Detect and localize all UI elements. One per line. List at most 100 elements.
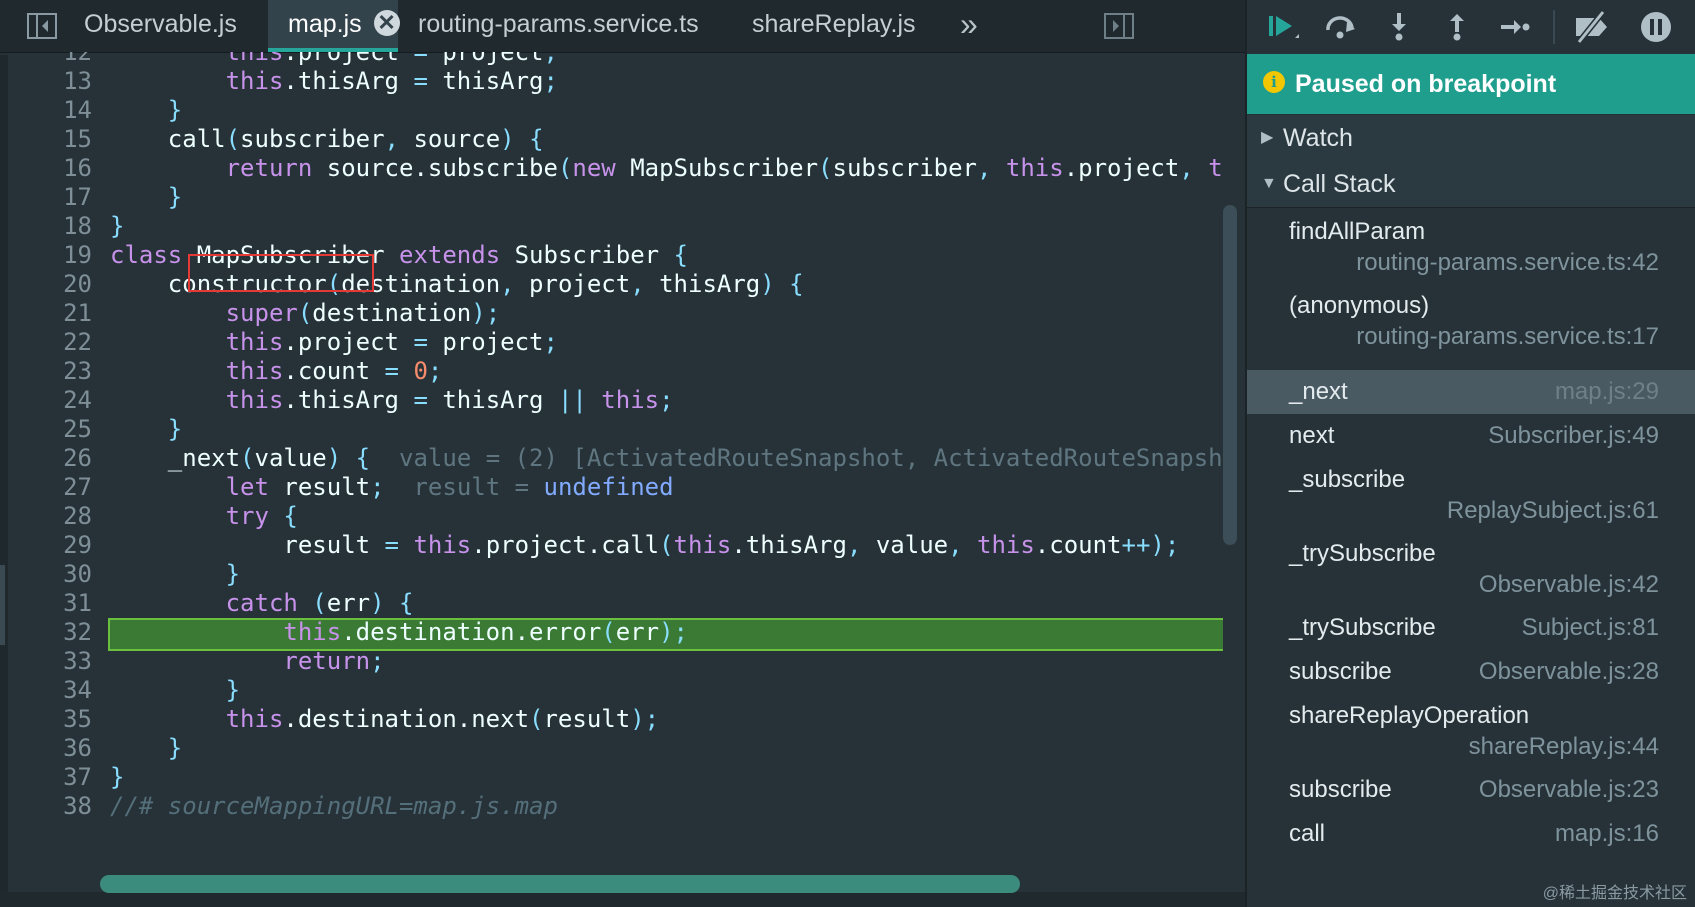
section-label: Watch bbox=[1283, 124, 1353, 152]
resume-icon[interactable] bbox=[1265, 10, 1301, 44]
frame-location: Observable.js:42 bbox=[1478, 571, 1659, 598]
line-number[interactable]: 22 bbox=[8, 327, 92, 358]
line-number[interactable]: 31 bbox=[8, 588, 92, 619]
line-number[interactable]: 37 bbox=[8, 762, 92, 793]
line-number[interactable]: 19 bbox=[8, 240, 92, 271]
call-stack-list: findAllParam routing-params.service.ts:4… bbox=[1247, 208, 1695, 907]
call-frame[interactable]: subscribe Observable.js:23 bbox=[1247, 768, 1695, 812]
call-frame-selected[interactable]: _next map.js:29 bbox=[1247, 370, 1695, 414]
code-line: 15 call(subscriber, source) { bbox=[8, 124, 1223, 155]
pause-icon[interactable] bbox=[1639, 10, 1675, 44]
line-number[interactable]: 20 bbox=[8, 269, 92, 300]
caret-down-icon: ▼ bbox=[1261, 175, 1277, 192]
call-frame[interactable]: shareReplayOperation shareReplay.js:44 bbox=[1247, 694, 1695, 768]
code-text: return source.subscribe(new MapSubscribe… bbox=[225, 154, 1223, 182]
code-text: } bbox=[110, 212, 125, 240]
call-frame[interactable]: subscribe Observable.js:28 bbox=[1247, 650, 1695, 694]
step-out-icon[interactable] bbox=[1439, 10, 1475, 44]
line-number[interactable]: 36 bbox=[8, 733, 92, 764]
frame-function: (anonymous) bbox=[1289, 292, 1430, 319]
horizontal-scroll-track bbox=[0, 892, 1245, 907]
code-line: 18} bbox=[8, 211, 1223, 242]
code-text: this.thisArg = thisArg || this; bbox=[225, 386, 674, 414]
call-frame[interactable]: _subscribe ReplaySubject.js:61 bbox=[1247, 458, 1695, 532]
call-frame[interactable]: findAllParam routing-params.service.ts:4… bbox=[1247, 208, 1695, 282]
line-number[interactable]: 26 bbox=[8, 443, 92, 474]
callstack-section-header[interactable]: ▼ Call Stack bbox=[1247, 161, 1695, 208]
code-text: result = this.project.call(this.thisArg,… bbox=[110, 531, 1180, 559]
line-number[interactable]: 23 bbox=[8, 356, 92, 387]
code-line: 36 } bbox=[8, 733, 1223, 764]
code-line: 37} bbox=[8, 762, 1223, 793]
deactivate-breakpoints-icon[interactable] bbox=[1573, 10, 1609, 44]
tab-label: map.js bbox=[288, 10, 362, 38]
tab-sharereplay-js[interactable]: shareReplay.js bbox=[752, 0, 916, 52]
frame-location: routing-params.service.ts:17 bbox=[1356, 323, 1659, 350]
line-number[interactable]: 24 bbox=[8, 385, 92, 416]
tab-routing-params-service-ts[interactable]: routing-params.service.ts bbox=[418, 0, 699, 52]
code-line: 23 this.count = 0; bbox=[8, 356, 1223, 387]
tab-overflow-icon[interactable]: » bbox=[960, 4, 978, 44]
code-text: this.count = 0; bbox=[225, 357, 443, 385]
code-line: 38 //# sourceMappingURL=map.js.map bbox=[8, 791, 1223, 822]
code-text: } bbox=[167, 415, 183, 443]
line-number[interactable]: 34 bbox=[8, 675, 92, 706]
tab-map-js[interactable]: map.js ✕ bbox=[268, 0, 400, 52]
code-text: try { bbox=[225, 502, 298, 530]
step-over-icon[interactable] bbox=[1323, 10, 1359, 44]
navigator-edge bbox=[0, 55, 8, 907]
line-number[interactable]: 16 bbox=[8, 153, 92, 184]
frame-function: _subscribe bbox=[1289, 466, 1406, 493]
close-icon[interactable]: ✕ bbox=[373, 10, 400, 37]
code-text: } bbox=[110, 763, 125, 791]
code-text: this.thisArg = thisArg; bbox=[225, 67, 558, 95]
call-frame[interactable]: call map.js:16 bbox=[1247, 812, 1695, 856]
frame-location: map.js:16 bbox=[1554, 820, 1659, 847]
tab-observable-js[interactable]: Observable.js bbox=[84, 0, 237, 52]
step-into-icon[interactable] bbox=[1381, 10, 1417, 44]
line-number[interactable]: 29 bbox=[8, 530, 92, 561]
line-number[interactable]: 15 bbox=[8, 124, 92, 155]
frame-function: _trySubscribe bbox=[1289, 540, 1436, 567]
line-number[interactable]: 33 bbox=[8, 646, 92, 677]
line-number[interactable]: 35 bbox=[8, 704, 92, 735]
call-frame[interactable]: next Subscriber.js:49 bbox=[1247, 414, 1695, 458]
call-frame[interactable]: (anonymous) routing-params.service.ts:17 bbox=[1247, 282, 1695, 356]
line-number[interactable]: 38 bbox=[8, 791, 92, 822]
editor-tab-bar: Observable.js map.js ✕ routing-params.ser… bbox=[0, 0, 1245, 53]
vertical-scrollbar[interactable] bbox=[1223, 205, 1237, 545]
annotation-highlight-box bbox=[188, 254, 374, 292]
code-line: 21 super(destination); bbox=[8, 298, 1223, 329]
watch-section-header[interactable]: ▶ Watch bbox=[1247, 115, 1695, 162]
horizontal-scrollbar[interactable] bbox=[100, 875, 1020, 893]
debugger-sidebar: i Paused on breakpoint ▶ Watch ▼ Call St… bbox=[1245, 0, 1695, 907]
code-text: } bbox=[225, 676, 241, 704]
code-text: } bbox=[225, 560, 241, 588]
toolbar-divider bbox=[1553, 10, 1555, 44]
line-number[interactable]: 13 bbox=[8, 66, 92, 97]
code-line: 25 } bbox=[8, 414, 1223, 445]
line-number[interactable]: 21 bbox=[8, 298, 92, 329]
line-number[interactable]: 27 bbox=[8, 472, 92, 503]
watermark: @稀土掘金技术社区 bbox=[1542, 885, 1687, 902]
code-line: 17 } bbox=[8, 182, 1223, 213]
code-text: } bbox=[167, 96, 183, 124]
debugger-toolbar bbox=[1247, 0, 1695, 52]
resize-handle[interactable] bbox=[0, 565, 5, 645]
code-view[interactable]: 12 this.project = project; 13 this.thisA… bbox=[8, 52, 1223, 882]
sidebar-right-icon[interactable] bbox=[1103, 12, 1135, 40]
line-number[interactable]: 14 bbox=[8, 95, 92, 126]
line-number[interactable]: 30 bbox=[8, 559, 92, 590]
code-text: this.destination.next(result); bbox=[225, 705, 660, 733]
line-number[interactable]: 17 bbox=[8, 182, 92, 213]
code-line: 22 this.project = project; bbox=[8, 327, 1223, 358]
line-number[interactable]: 25 bbox=[8, 414, 92, 445]
sidebar-left-icon[interactable] bbox=[26, 12, 58, 40]
step-icon[interactable] bbox=[1497, 10, 1533, 44]
tab-label: Observable.js bbox=[84, 10, 237, 38]
call-frame[interactable]: _trySubscribe Subject.js:81 bbox=[1247, 606, 1695, 650]
call-frame[interactable]: _trySubscribe Observable.js:42 bbox=[1247, 532, 1695, 606]
line-number[interactable]: 32 bbox=[8, 617, 92, 648]
line-number[interactable]: 28 bbox=[8, 501, 92, 532]
line-number[interactable]: 18 bbox=[8, 211, 92, 242]
